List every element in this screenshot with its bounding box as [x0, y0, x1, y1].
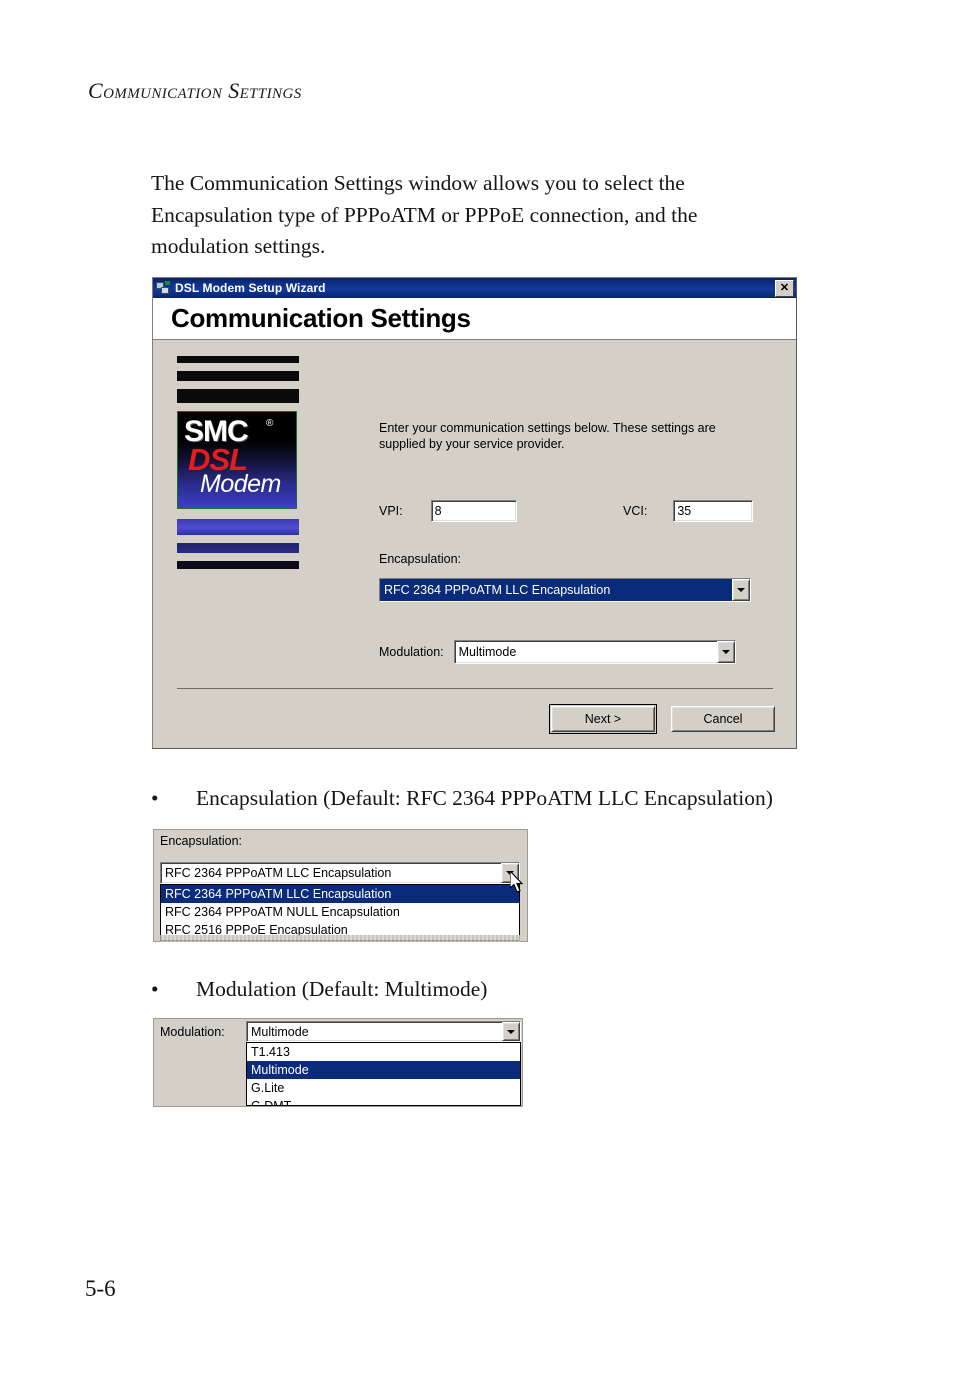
list-item[interactable]: Multimode — [247, 1061, 520, 1079]
list-item[interactable]: T1.413 — [247, 1043, 520, 1061]
chevron-down-icon[interactable] — [716, 641, 735, 663]
logo-bar-5 — [177, 543, 299, 553]
modulation-snippet-value: Multimode — [251, 1024, 309, 1039]
running-head: Communication Settings — [88, 78, 302, 103]
intro-paragraph: The Communication Settings window allows… — [151, 171, 698, 258]
modulation-snippet-combo[interactable]: Multimode — [246, 1021, 521, 1042]
dialog-header-band: Communication Settings — [153, 298, 796, 340]
dialog-title: DSL Modem Setup Wizard — [175, 281, 326, 295]
vci-input[interactable]: 35 — [673, 500, 754, 522]
instructions-text: Enter your communication settings below.… — [379, 421, 716, 451]
cancel-button[interactable]: Cancel — [671, 706, 775, 732]
chevron-down-icon[interactable] — [501, 863, 519, 883]
vci-label: VCI: — [623, 504, 648, 518]
registered-trademark-icon: ® — [266, 418, 274, 429]
chevron-down-icon[interactable] — [732, 579, 750, 601]
vci-field-row: VCI: 35 — [623, 500, 754, 522]
modulation-dropdown-screenshot: Modulation: Multimode T1.413 Multimode G… — [153, 1018, 523, 1107]
list-item[interactable]: G.DMT — [247, 1097, 520, 1105]
modulation-snippet-label: Modulation: — [160, 1025, 225, 1039]
list-item[interactable]: RFC 2364 PPPoATM LLC Encapsulation — [161, 885, 519, 903]
page-number: 5-6 — [85, 1276, 116, 1301]
modulation-option-list[interactable]: T1.413 Multimode G.Lite G.DMT — [246, 1042, 521, 1106]
modulation-label: Modulation: — [379, 645, 444, 659]
encapsulation-option-list[interactable]: RFC 2364 PPPoATM LLC Encapsulation RFC 2… — [160, 884, 520, 941]
bullet-marker-icon: • — [151, 786, 159, 810]
bullet-encapsulation-text: Encapsulation (Default: RFC 2364 PPPoATM… — [196, 786, 773, 810]
dialog-body: SMC ® DSL Modem Enter your communication… — [153, 340, 796, 747]
page-title: Communication Settings — [171, 303, 471, 333]
list-item[interactable]: G.Lite — [247, 1079, 520, 1097]
smc-dsl-modem-logo: SMC ® DSL Modem — [177, 356, 299, 569]
close-icon[interactable]: ✕ — [775, 279, 794, 297]
encapsulation-snippet-combo[interactable]: RFC 2364 PPPoATM LLC Encapsulation — [160, 862, 520, 884]
chevron-down-icon[interactable] — [502, 1022, 520, 1041]
modulation-field-row: Modulation: Multimode — [379, 640, 736, 664]
modulation-selected-value: Multimode — [458, 645, 517, 659]
logo-modem-text: Modem — [200, 470, 281, 498]
encapsulation-dropdown[interactable]: RFC 2364 PPPoATM LLC Encapsulation — [379, 578, 751, 602]
clipped-row — [160, 935, 520, 942]
divider — [177, 688, 773, 689]
logo-bar-1 — [177, 356, 299, 363]
vpi-input[interactable]: 8 — [430, 500, 517, 522]
vpi-field-row: VPI: 8 — [379, 500, 517, 522]
modulation-dropdown[interactable]: Multimode — [453, 640, 736, 664]
logo-bar-6 — [177, 561, 299, 569]
encapsulation-dropdown-screenshot: Encapsulation: RFC 2364 PPPoATM LLC Enca… — [153, 829, 528, 942]
logo-bar-3 — [177, 389, 299, 403]
encapsulation-selected-value: RFC 2364 PPPoATM LLC Encapsulation — [380, 579, 732, 601]
encapsulation-label: Encapsulation: — [379, 552, 462, 566]
list-item[interactable]: RFC 2364 PPPoATM NULL Encapsulation — [161, 903, 519, 921]
logo-bar-4 — [177, 519, 299, 535]
bullet-modulation-text: Modulation (Default: Multimode) — [196, 977, 488, 1001]
bullet-marker-icon: • — [151, 977, 159, 1001]
dsl-modem-setup-wizard-dialog: DSL Modem Setup Wizard ✕ Communication S… — [152, 277, 797, 749]
logo-bar-2 — [177, 371, 299, 381]
dialog-titlebar: DSL Modem Setup Wizard ✕ — [153, 278, 796, 298]
encapsulation-snippet-label: Encapsulation: — [160, 834, 243, 848]
logo-badge: SMC ® DSL Modem — [177, 411, 297, 509]
encapsulation-snippet-value: RFC 2364 PPPoATM LLC Encapsulation — [165, 866, 392, 880]
setup-wizard-icon — [156, 280, 171, 296]
vpi-label: VPI: — [379, 504, 403, 518]
next-button[interactable]: Next > — [549, 704, 657, 734]
dialog-button-row: Next > Cancel — [549, 704, 775, 734]
